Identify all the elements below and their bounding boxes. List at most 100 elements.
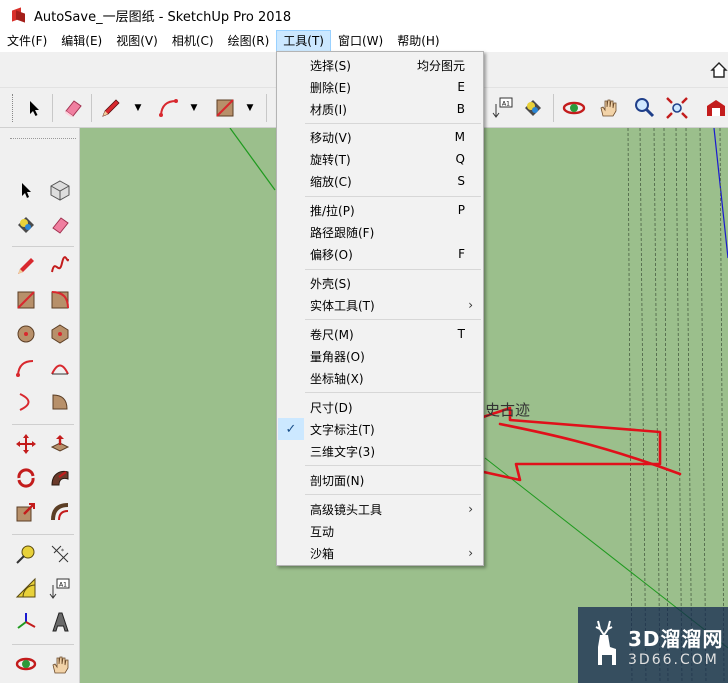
rotate-icon[interactable] <box>12 464 40 492</box>
paint-bucket-icon[interactable] <box>12 211 40 239</box>
menu-separator <box>305 319 481 320</box>
menu-item-3d-text[interactable]: 三维文字(3) <box>277 440 483 462</box>
menu-item-outer-shell[interactable]: 外壳(S) <box>277 272 483 294</box>
sketchup-logo-icon <box>10 7 26 23</box>
toolbar-grip[interactable] <box>12 94 15 122</box>
polygon-icon[interactable] <box>46 320 74 348</box>
menu-separator <box>305 465 481 466</box>
follow-me-icon[interactable] <box>46 464 74 492</box>
pencil-icon[interactable] <box>98 95 124 121</box>
menu-item-protractor[interactable]: 量角器(O) <box>277 345 483 367</box>
menu-camera[interactable]: 相机(C) <box>165 30 221 52</box>
text-label-icon[interactable]: A1 <box>490 95 516 121</box>
rotated-rectangle-icon[interactable] <box>46 286 74 314</box>
palette-separator <box>12 534 74 535</box>
svg-text:A1: A1 <box>502 101 510 108</box>
select-arrow-icon[interactable] <box>12 176 40 204</box>
menu-bar: 文件(F) 编辑(E) 视图(V) 相机(C) 绘图(R) 工具(T) 窗口(W… <box>0 30 728 52</box>
menu-item-material[interactable]: 材质(I) B <box>277 98 483 120</box>
submenu-arrow-icon: › <box>468 502 473 516</box>
menu-item-axes[interactable]: 坐标轴(X) <box>277 367 483 389</box>
freehand-icon[interactable] <box>46 252 74 280</box>
eraser-icon[interactable] <box>46 211 74 239</box>
menu-window[interactable]: 窗口(W) <box>331 30 390 52</box>
menu-help[interactable]: 帮助(H) <box>390 30 446 52</box>
chevron-down-icon[interactable]: ▼ <box>133 95 143 121</box>
pie-icon[interactable] <box>46 388 74 416</box>
menu-item-interact[interactable]: 互动 <box>277 520 483 542</box>
select-arrow-icon[interactable] <box>22 95 48 121</box>
toolbar-separator <box>266 94 267 122</box>
menu-file[interactable]: 文件(F) <box>0 30 54 52</box>
deer-logo-icon <box>595 620 616 665</box>
menu-separator <box>305 269 481 270</box>
pan-hand-icon[interactable] <box>46 650 74 678</box>
window-title: AutoSave_一层图纸 - SketchUp Pro 2018 <box>34 9 292 25</box>
house-icon[interactable] <box>706 57 728 83</box>
menu-item-follow-me[interactable]: 路径跟随(F) <box>277 221 483 243</box>
menu-view[interactable]: 视图(V) <box>109 30 165 52</box>
chevron-down-icon[interactable]: ▼ <box>245 95 255 121</box>
palette-separator <box>12 424 74 425</box>
tool-palette: * A1 <box>6 128 80 683</box>
palette-grip[interactable] <box>10 138 76 141</box>
menu-item-push-pull[interactable]: 推/拉(P) P <box>277 199 483 221</box>
rectangle-icon[interactable] <box>12 286 40 314</box>
menu-item-tape-measure[interactable]: 卷尺(M) T <box>277 323 483 345</box>
eraser-icon[interactable] <box>60 95 86 121</box>
menu-separator <box>305 392 481 393</box>
three-point-arc-icon[interactable] <box>12 388 40 416</box>
submenu-arrow-icon: › <box>468 298 473 312</box>
two-point-arc-icon[interactable] <box>46 354 74 382</box>
menu-edit[interactable]: 编辑(E) <box>54 30 109 52</box>
menu-item-offset[interactable]: 偏移(O) F <box>277 243 483 265</box>
menu-tools[interactable]: 工具(T) <box>276 30 331 52</box>
tape-measure-icon[interactable] <box>12 540 40 568</box>
circle-icon[interactable] <box>12 320 40 348</box>
protractor-icon[interactable] <box>12 574 40 602</box>
paint-bucket-icon[interactable] <box>520 95 546 121</box>
menu-item-section-plane[interactable]: 剖切面(N) <box>277 469 483 491</box>
menu-item-dimensions[interactable]: 尺寸(D) <box>277 396 483 418</box>
watermark-domain: 3D66.COM <box>628 651 719 668</box>
chevron-down-icon[interactable]: ▼ <box>189 95 199 121</box>
arc-icon[interactable] <box>12 354 40 382</box>
menu-draw[interactable]: 绘图(R) <box>221 30 277 52</box>
dimension-icon[interactable]: * <box>46 540 74 568</box>
push-pull-icon[interactable] <box>46 430 74 458</box>
svg-text:*: * <box>61 548 64 555</box>
text-label-icon[interactable]: A1 <box>46 574 74 602</box>
pan-hand-icon[interactable] <box>596 95 622 121</box>
axes-icon[interactable] <box>12 608 40 636</box>
checkmark-icon: ✓ <box>278 418 304 440</box>
orbit-icon[interactable] <box>12 650 40 678</box>
orbit-icon[interactable] <box>561 95 587 121</box>
menu-item-scale[interactable]: 缩放(C) S <box>277 170 483 192</box>
menu-item-advanced-camera[interactable]: 高级镜头工具 › <box>277 498 483 520</box>
menu-separator <box>305 196 481 197</box>
menu-item-move[interactable]: 移动(V) M <box>277 126 483 148</box>
zoom-magnifier-icon[interactable] <box>631 95 657 121</box>
pencil-icon[interactable] <box>12 252 40 280</box>
rectangle-icon[interactable] <box>212 95 238 121</box>
component-cube-icon[interactable] <box>46 176 74 204</box>
3d-text-icon[interactable] <box>46 608 74 636</box>
scale-icon[interactable] <box>12 498 40 526</box>
menu-item-text[interactable]: ✓ 文字标注(T) <box>277 418 483 440</box>
menu-separator <box>305 123 481 124</box>
warehouse-icon[interactable] <box>703 95 728 121</box>
svg-text:A1: A1 <box>59 582 67 589</box>
move-icon[interactable] <box>12 430 40 458</box>
menu-item-solid-tools[interactable]: 实体工具(T) › <box>277 294 483 316</box>
menu-item-select[interactable]: 选择(S) 均分图元 <box>277 54 483 76</box>
menu-item-erase[interactable]: 删除(E) E <box>277 76 483 98</box>
watermark: 3D溜溜网 3D66.COM <box>578 607 728 683</box>
menu-separator <box>305 494 481 495</box>
arc-icon[interactable] <box>156 95 182 121</box>
menu-item-rotate[interactable]: 旋转(T) Q <box>277 148 483 170</box>
toolbar-separator <box>52 94 53 122</box>
watermark-brand: 3D溜溜网 <box>628 626 724 651</box>
zoom-extents-icon[interactable] <box>664 95 690 121</box>
offset-icon[interactable] <box>46 498 74 526</box>
menu-item-sandbox[interactable]: 沙箱 › <box>277 542 483 564</box>
